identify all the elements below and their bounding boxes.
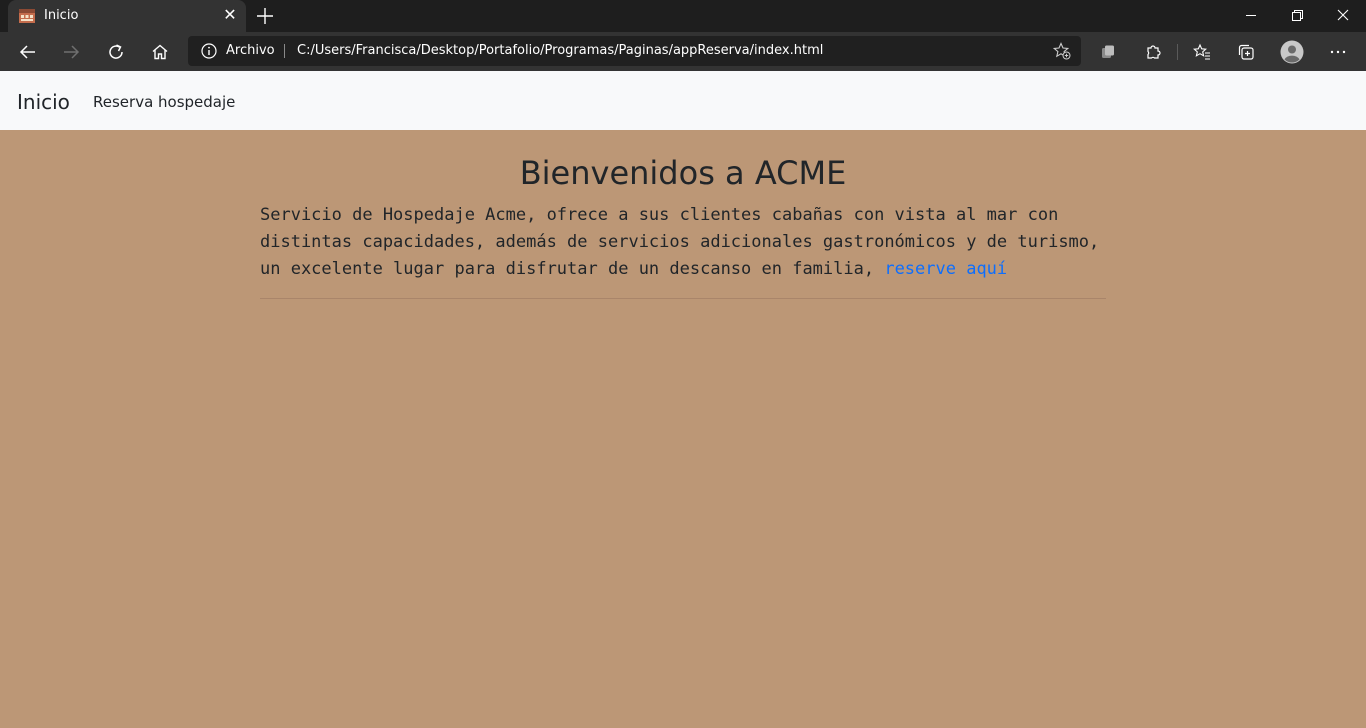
copilot-button[interactable]	[1093, 37, 1123, 67]
profile-avatar-icon	[1280, 40, 1304, 64]
browser-toolbar: Archivo C:/Users/Francisca/Desktop/Porta…	[0, 32, 1366, 71]
address-bar[interactable]: Archivo C:/Users/Francisca/Desktop/Porta…	[188, 36, 1081, 66]
home-icon	[152, 44, 168, 60]
site-navbar: Inicio Reserva hospedaje	[0, 71, 1366, 130]
add-favorite-icon[interactable]	[1053, 42, 1071, 60]
intro-paragraph: Servicio de Hospedaje Acme, ofrece a sus…	[260, 202, 1106, 283]
reserve-link[interactable]: reserve aquí	[884, 259, 1007, 279]
favorites-button[interactable]	[1187, 37, 1217, 67]
nav-link-reserva[interactable]: Reserva hospedaje	[93, 93, 235, 111]
extensions-icon	[1147, 45, 1161, 59]
page-title: Bienvenidos a ACME	[519, 154, 847, 192]
restore-button[interactable]	[1274, 0, 1320, 32]
address-scheme-label: Archivo	[226, 43, 275, 58]
minimize-icon	[1246, 15, 1256, 16]
address-divider	[284, 44, 285, 58]
address-url[interactable]: C:/Users/Francisca/Desktop/Portafolio/Pr…	[297, 43, 823, 58]
arrow-left-icon	[19, 45, 35, 59]
horizontal-rule	[260, 298, 1106, 299]
back-button[interactable]	[13, 37, 43, 67]
toolbar-divider	[1177, 44, 1178, 60]
forward-button[interactable]	[56, 37, 86, 67]
main-content: Bienvenidos a ACME Servicio de Hospedaje…	[260, 153, 1106, 299]
favorites-icon	[1193, 43, 1210, 60]
extensions-button[interactable]	[1138, 37, 1168, 67]
close-window-button[interactable]	[1320, 0, 1366, 32]
profile-button[interactable]	[1277, 37, 1307, 67]
close-icon	[1337, 9, 1349, 21]
tab-close-icon[interactable]: ✕	[221, 7, 239, 25]
copilot-icon	[1102, 45, 1114, 58]
plus-icon	[257, 8, 273, 24]
acme-favicon-icon	[19, 9, 35, 23]
navbar-brand[interactable]: Inicio	[17, 90, 70, 114]
arrow-right-icon	[64, 45, 80, 59]
tab-strip: Inicio ✕	[0, 0, 1366, 32]
info-icon[interactable]	[201, 43, 217, 59]
collections-button[interactable]	[1231, 37, 1261, 67]
refresh-icon	[109, 44, 123, 59]
minimize-button[interactable]	[1228, 0, 1274, 32]
restore-icon	[1292, 10, 1303, 21]
home-button[interactable]	[145, 37, 175, 67]
tab-title: Inicio	[44, 8, 79, 23]
new-tab-button[interactable]	[254, 5, 276, 27]
more-button[interactable]	[1323, 37, 1353, 67]
more-icon	[1330, 50, 1346, 54]
browser-tab-active[interactable]: Inicio ✕	[8, 0, 246, 32]
collections-icon	[1238, 44, 1254, 60]
refresh-button[interactable]	[101, 37, 131, 67]
